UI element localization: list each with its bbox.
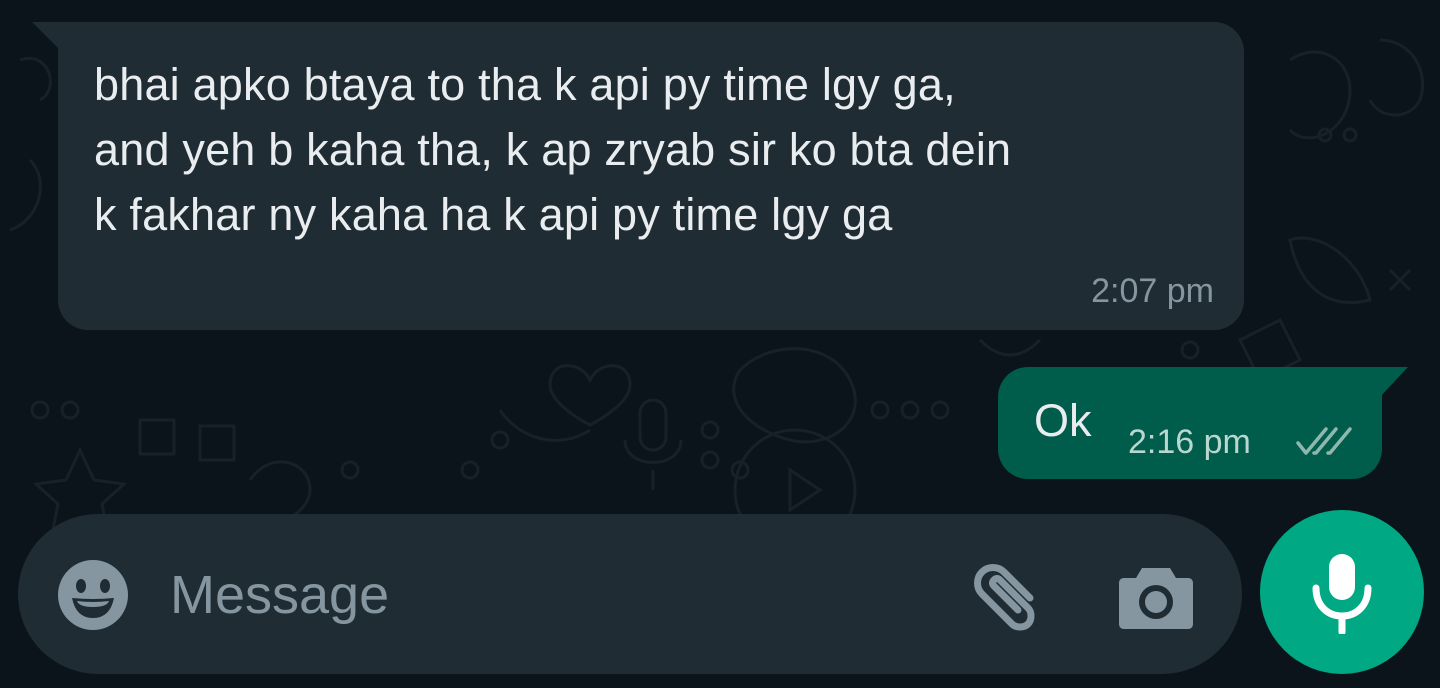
emoji-icon[interactable] — [56, 558, 130, 632]
outgoing-message-time: 2:16 pm — [1128, 423, 1251, 461]
voice-record-button[interactable] — [1260, 510, 1424, 674]
incoming-message-line: and yeh b kaha tha, k ap zryab sir ko bt… — [94, 124, 1012, 175]
microphone-icon — [1312, 554, 1372, 634]
incoming-message-line: bhai apko btaya to tha k api py time lgy… — [94, 59, 956, 110]
outgoing-message-text: Ok — [1034, 395, 1092, 446]
incoming-message-bubble[interactable]: bhai apko btaya to tha k api py time lgy… — [58, 22, 1244, 330]
double-check-icon — [1296, 427, 1352, 455]
incoming-message-time: 2:07 pm — [1091, 272, 1214, 310]
message-input[interactable] — [170, 560, 910, 630]
camera-icon[interactable] — [1118, 558, 1194, 634]
incoming-message-line: k fakhar ny kaha ha k api py time lgy ga — [94, 189, 893, 240]
outgoing-message-bubble[interactable]: Ok 2:16 pm — [998, 367, 1382, 479]
chat-area: bhai apko btaya to tha k api py time lgy… — [0, 0, 1440, 688]
message-composer — [18, 514, 1242, 674]
incoming-message-text: bhai apko btaya to tha k api py time lgy… — [94, 52, 1214, 247]
outgoing-bubble-tail — [1380, 367, 1408, 397]
paperclip-icon[interactable] — [962, 556, 1046, 640]
